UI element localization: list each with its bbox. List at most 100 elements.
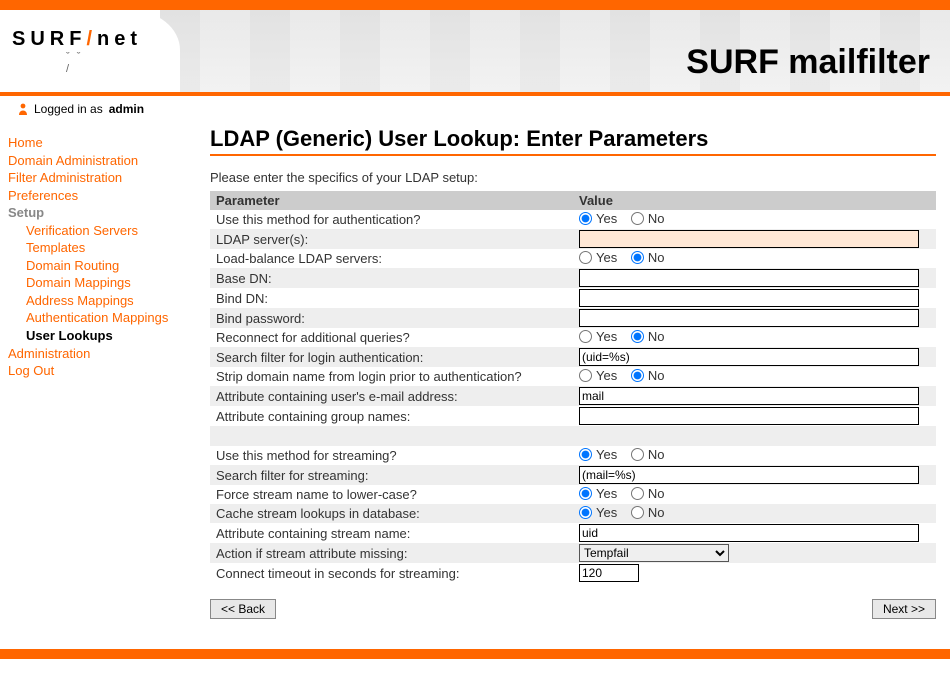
cache-lookups-no[interactable] [631, 506, 644, 519]
load-balance-no[interactable] [631, 251, 644, 264]
sidebar-item-domain-routing[interactable]: Domain Routing [26, 257, 208, 275]
row-action-missing: Action if stream attribute missing: Temp… [210, 543, 936, 563]
strip-domain-no[interactable] [631, 369, 644, 382]
top-accent-bar [0, 0, 950, 10]
param-label: Action if stream attribute missing: [210, 543, 573, 563]
app-title: SURF mailfilter [686, 43, 930, 82]
sidebar-item-domain-mappings[interactable]: Domain Mappings [26, 274, 208, 292]
param-label: Attribute containing stream name: [210, 523, 573, 543]
use-streaming-no[interactable] [631, 448, 644, 461]
reconnect-no[interactable] [631, 330, 644, 343]
param-label: Connect timeout in seconds for streaming… [210, 563, 573, 583]
action-missing-select[interactable]: Tempfail [579, 544, 729, 562]
cache-lookups-yes[interactable] [579, 506, 592, 519]
logo-sub: ˇ ˇ/ [66, 51, 168, 75]
row-ldap-servers: LDAP server(s): [210, 229, 936, 249]
col-value: Value [573, 191, 936, 210]
row-reconnect: Reconnect for additional queries? Yes No [210, 328, 936, 347]
param-label: Search filter for streaming: [210, 465, 573, 485]
row-spacer [210, 426, 936, 446]
search-stream-input[interactable] [579, 466, 919, 484]
logo-text: SURF/net [12, 28, 142, 50]
sidebar-item-address-mappings[interactable]: Address Mappings [26, 292, 208, 310]
row-use-auth: Use this method for authentication? Yes … [210, 210, 936, 229]
row-attr-stream: Attribute containing stream name: [210, 523, 936, 543]
row-attr-group: Attribute containing group names: [210, 406, 936, 426]
page-intro: Please enter the specifics of your LDAP … [210, 170, 936, 185]
param-label: Search filter for login authentication: [210, 347, 573, 367]
logo-main: SURF [12, 28, 86, 50]
param-label: Load-balance LDAP servers: [210, 249, 573, 268]
attr-stream-input[interactable] [579, 524, 919, 542]
search-login-input[interactable] [579, 348, 919, 366]
row-search-login: Search filter for login authentication: [210, 347, 936, 367]
login-prefix: Logged in as [34, 102, 103, 116]
load-balance-yes[interactable] [579, 251, 592, 264]
param-label: Force stream name to lower-case? [210, 485, 573, 504]
use-auth-yes[interactable] [579, 212, 592, 225]
col-parameter: Parameter [210, 191, 573, 210]
logo-net: net [97, 28, 142, 50]
sidebar-item-authentication-mappings[interactable]: Authentication Mappings [26, 309, 208, 327]
sidebar-item-templates[interactable]: Templates [26, 239, 208, 257]
ldap-servers-input[interactable] [579, 230, 919, 248]
base-dn-input[interactable] [579, 269, 919, 287]
force-lower-no[interactable] [631, 487, 644, 500]
row-bind-dn: Bind DN: [210, 288, 936, 308]
use-auth-no[interactable] [631, 212, 644, 225]
row-strip-domain: Strip domain name from login prior to au… [210, 367, 936, 386]
param-label: Use this method for authentication? [210, 210, 573, 229]
param-label: Attribute containing user's e-mail addre… [210, 386, 573, 406]
sidebar-item-administration[interactable]: Administration [8, 345, 208, 363]
row-bind-pw: Bind password: [210, 308, 936, 328]
bind-password-input[interactable] [579, 309, 919, 327]
sidebar-item-filter-administration[interactable]: Filter Administration [8, 169, 208, 187]
param-label: Base DN: [210, 268, 573, 288]
param-label: Bind password: [210, 308, 573, 328]
params-table: Parameter Value Use this method for auth… [210, 191, 936, 583]
row-load-balance: Load-balance LDAP servers: Yes No [210, 249, 936, 268]
connect-timeout-input[interactable] [579, 564, 639, 582]
param-label: Cache stream lookups in database: [210, 504, 573, 523]
row-connect-timeout: Connect timeout in seconds for streaming… [210, 563, 936, 583]
page-title: LDAP (Generic) User Lookup: Enter Parame… [210, 126, 936, 152]
bind-dn-input[interactable] [579, 289, 919, 307]
param-value: Yes No [573, 210, 936, 229]
sidebar-setup-sub: Verification Servers Templates Domain Ro… [8, 222, 208, 345]
sidebar-item-logout[interactable]: Log Out [8, 362, 208, 380]
sidebar-item-setup[interactable]: Setup [8, 204, 208, 222]
header: SURF/net ˇ ˇ/ SURF mailfilter [0, 10, 950, 92]
back-button[interactable]: << Back [210, 599, 276, 619]
sidebar-item-domain-administration[interactable]: Domain Administration [8, 152, 208, 170]
param-label: LDAP server(s): [210, 229, 573, 249]
row-cache-lookups: Cache stream lookups in database: Yes No [210, 504, 936, 523]
logo-slash: / [86, 28, 97, 50]
button-row: << Back Next >> [210, 599, 936, 619]
reconnect-yes[interactable] [579, 330, 592, 343]
attr-group-input[interactable] [579, 407, 919, 425]
strip-domain-yes[interactable] [579, 369, 592, 382]
table-header-row: Parameter Value [210, 191, 936, 210]
login-username: admin [109, 102, 144, 116]
person-icon [18, 103, 28, 115]
attr-email-input[interactable] [579, 387, 919, 405]
use-streaming-yes[interactable] [579, 448, 592, 461]
row-base-dn: Base DN: [210, 268, 936, 288]
main: Home Domain Administration Filter Admini… [0, 122, 950, 631]
sidebar-item-preferences[interactable]: Preferences [8, 187, 208, 205]
content: LDAP (Generic) User Lookup: Enter Parame… [210, 126, 950, 631]
row-force-lower: Force stream name to lower-case? Yes No [210, 485, 936, 504]
footer-bar [0, 649, 950, 659]
force-lower-yes[interactable] [579, 487, 592, 500]
title-rule [210, 154, 936, 156]
logo: SURF/net ˇ ˇ/ [0, 10, 180, 92]
sidebar-item-verification-servers[interactable]: Verification Servers [26, 222, 208, 240]
row-search-stream: Search filter for streaming: [210, 465, 936, 485]
param-label: Attribute containing group names: [210, 406, 573, 426]
param-label: Reconnect for additional queries? [210, 328, 573, 347]
next-button[interactable]: Next >> [872, 599, 936, 619]
param-label: Bind DN: [210, 288, 573, 308]
sidebar-item-home[interactable]: Home [8, 134, 208, 152]
row-attr-email: Attribute containing user's e-mail addre… [210, 386, 936, 406]
sidebar-item-user-lookups[interactable]: User Lookups [26, 327, 208, 345]
